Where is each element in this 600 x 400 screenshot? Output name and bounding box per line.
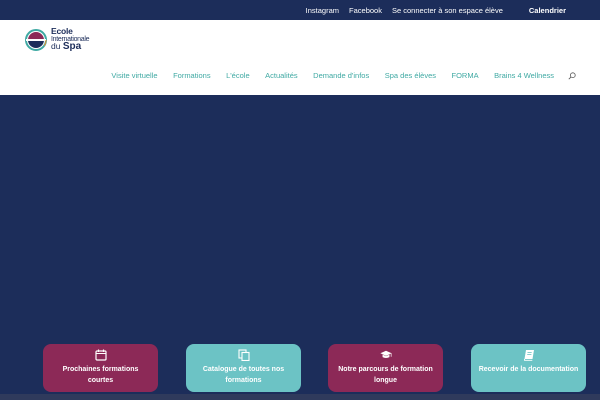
hero-image-strip	[0, 394, 600, 400]
card-label: Recevoir de la documentation	[478, 366, 579, 373]
book-icon	[523, 350, 534, 361]
card-catalogue[interactable]: Catalogue de toutes nos formations	[186, 344, 301, 392]
nav-item-brains-4-wellness[interactable]: Brains 4 Wellness	[494, 71, 554, 80]
logo-emblem-icon	[25, 29, 47, 51]
nav-item-demande-infos[interactable]: Demande d'infos	[313, 71, 369, 80]
card-label: Notre parcours de formation longue	[338, 366, 433, 384]
nav-item-ecole[interactable]: L'école	[226, 71, 250, 80]
instagram-link[interactable]: Instagram	[306, 6, 339, 15]
nav-item-spa-eleves[interactable]: Spa des élèves	[385, 71, 436, 80]
facebook-link[interactable]: Facebook	[349, 6, 382, 15]
copy-icon	[237, 349, 250, 361]
card-documentation[interactable]: Recevoir de la documentation	[471, 344, 586, 392]
graduation-cap-icon	[379, 350, 392, 358]
nav-item-actualites[interactable]: Actualités	[265, 71, 298, 80]
nav-item-forma[interactable]: FORMA	[452, 71, 479, 80]
site-header: Ecole Internationale du Spa Visite virtu…	[0, 20, 600, 95]
calendar-icon	[94, 349, 107, 361]
card-short-trainings[interactable]: Prochaines formations courtes	[43, 344, 158, 392]
quick-links: Prochaines formations courtes Catalogue …	[0, 344, 600, 392]
card-label: Catalogue de toutes nos formations	[202, 366, 285, 384]
card-long-training[interactable]: Notre parcours de formation longue	[328, 344, 443, 392]
nav-item-formations[interactable]: Formations	[173, 71, 211, 80]
site-logo[interactable]: Ecole Internationale du Spa	[25, 26, 90, 52]
logo-line-1: Ecole	[51, 26, 73, 36]
card-label: Prochaines formations courtes	[62, 366, 139, 384]
nav-item-visite-virtuelle[interactable]: Visite virtuelle	[111, 71, 157, 80]
logo-wordmark: Ecole Internationale du Spa	[51, 26, 90, 52]
student-login-link[interactable]: Se connecter à son espace élève	[392, 6, 503, 15]
main-nav: Visite virtuelle Formations L'école Actu…	[96, 71, 576, 80]
top-bar: Instagram Facebook Se connecter à son es…	[0, 0, 600, 20]
search-icon[interactable]	[568, 71, 576, 80]
logo-line-3: du Spa	[51, 41, 82, 52]
calendar-link[interactable]: Calendrier	[529, 6, 566, 15]
